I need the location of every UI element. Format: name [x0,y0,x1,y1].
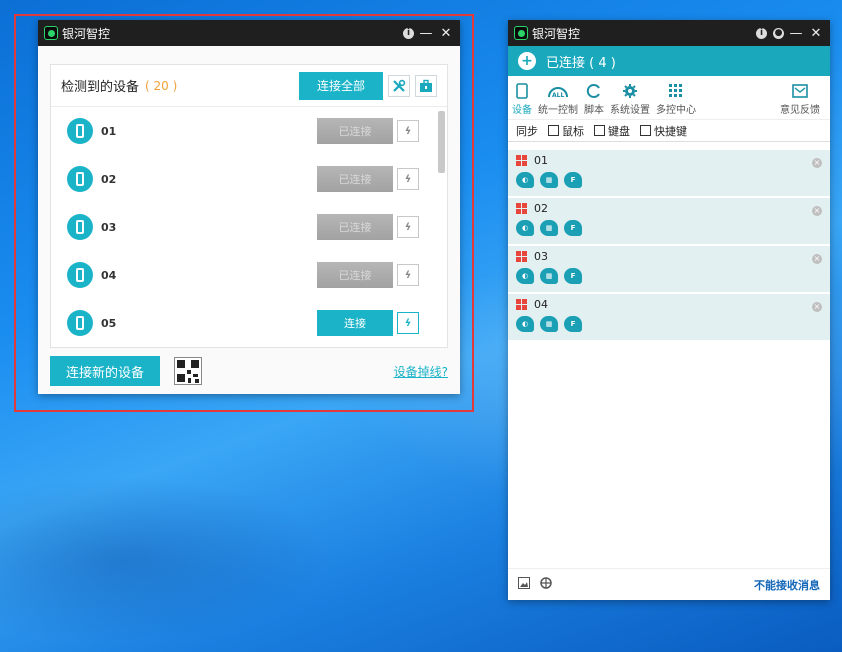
info-icon[interactable]: i [756,27,767,39]
keyboard-control-icon[interactable]: ▦ [540,172,558,188]
window-title: 银河智控 [532,26,581,41]
gear-icon [622,81,638,101]
sync-option-label: 鼠标 [562,124,584,138]
keyboard-control-icon[interactable]: ▦ [540,268,558,284]
tool-system-settings[interactable]: 系统设置 [610,76,650,119]
connected-bar[interactable]: + 已连接 ( 4 ) [508,46,830,76]
sync-label: 同步 [516,124,538,138]
sync-option-label: 键盘 [608,124,630,138]
tool-script[interactable]: 脚本 [584,76,604,119]
tool-feedback[interactable]: 意见反馈 [780,76,820,119]
mouse-control-icon[interactable]: ◐ [516,172,534,188]
tool-label: 系统设置 [610,105,650,116]
mail-icon [792,81,808,101]
mouse-checkbox[interactable] [548,125,559,136]
function-key-icon[interactable]: F [564,316,582,332]
bottom-bar: 不能接收消息 [508,568,830,600]
script-icon [586,81,602,101]
list-item[interactable]: 03 × ◐ ▦ F [508,246,830,294]
shortcut-checkbox[interactable] [640,125,651,136]
tool-label: 统一控制 [538,105,578,116]
function-key-icon[interactable]: F [564,172,582,188]
toolbar: 设备 ALL 统一控制 脚本 系统设置 多控中心 意见反馈 [508,76,830,120]
connected-count: 已连接 ( 4 ) [546,55,616,71]
close-icon[interactable]: × [812,206,822,216]
close-icon[interactable]: × [812,158,822,168]
tool-label: 多控中心 [656,105,696,116]
mouse-control-icon[interactable]: ◐ [516,268,534,284]
main-control-window: 银河智控 i ● — ✕ + 已连接 ( 4 ) 设备 ALL 统一控制 脚本 [508,20,830,600]
list-item[interactable]: 04 × ◐ ▦ F [508,294,830,342]
windows-logo-icon [516,154,528,167]
list-item[interactable]: 02 × ◐ ▦ F [508,198,830,246]
image-icon[interactable] [518,577,530,592]
function-key-icon[interactable]: F [564,220,582,236]
close-button[interactable]: ✕ [808,26,824,41]
tool-unified-control[interactable]: ALL 统一控制 [538,76,578,119]
settings-dot-icon[interactable]: ● [773,27,784,39]
settings-wheel-icon[interactable] [540,577,552,592]
all-control-icon: ALL [547,81,569,101]
keyboard-control-icon[interactable]: ▦ [540,220,558,236]
windows-logo-icon [516,250,528,263]
sync-bar: 同步 鼠标 键盘 快捷键 [508,120,830,142]
cannot-receive-link[interactable]: 不能接收消息 [754,577,820,593]
keyboard-checkbox[interactable] [594,125,605,136]
connected-device-list: 01 × ◐ ▦ F 02 × ◐ ▦ F 03 × ◐ ▦ F 04 × ◐ … [508,150,830,342]
device-name: 01 [534,154,548,167]
sync-option-label: 快捷键 [654,124,687,138]
highlight-frame [14,14,474,412]
function-key-icon[interactable]: F [564,268,582,284]
tool-label: 意见反馈 [780,105,820,116]
tool-multi-control[interactable]: 多控中心 [656,76,696,119]
minimize-button[interactable]: — [788,26,804,41]
mouse-control-icon[interactable]: ◐ [516,220,534,236]
app-logo-icon [514,26,528,40]
windows-logo-icon [516,202,528,215]
close-icon[interactable]: × [812,254,822,264]
device-name: 04 [534,298,548,311]
windows-logo-icon [516,298,528,311]
phone-icon [516,81,528,101]
titlebar: 银河智控 i ● — ✕ [508,20,830,46]
list-item[interactable]: 01 × ◐ ▦ F [508,150,830,198]
grid-icon [669,81,683,101]
close-icon[interactable]: × [812,302,822,312]
tool-device[interactable]: 设备 [512,76,532,119]
device-name: 02 [534,202,548,215]
svg-text:ALL: ALL [552,92,564,99]
mouse-control-icon[interactable]: ◐ [516,316,534,332]
device-name: 03 [534,250,548,263]
tool-label: 脚本 [584,105,604,116]
tool-label: 设备 [512,105,532,116]
keyboard-control-icon[interactable]: ▦ [540,316,558,332]
plus-icon[interactable]: + [518,52,536,70]
